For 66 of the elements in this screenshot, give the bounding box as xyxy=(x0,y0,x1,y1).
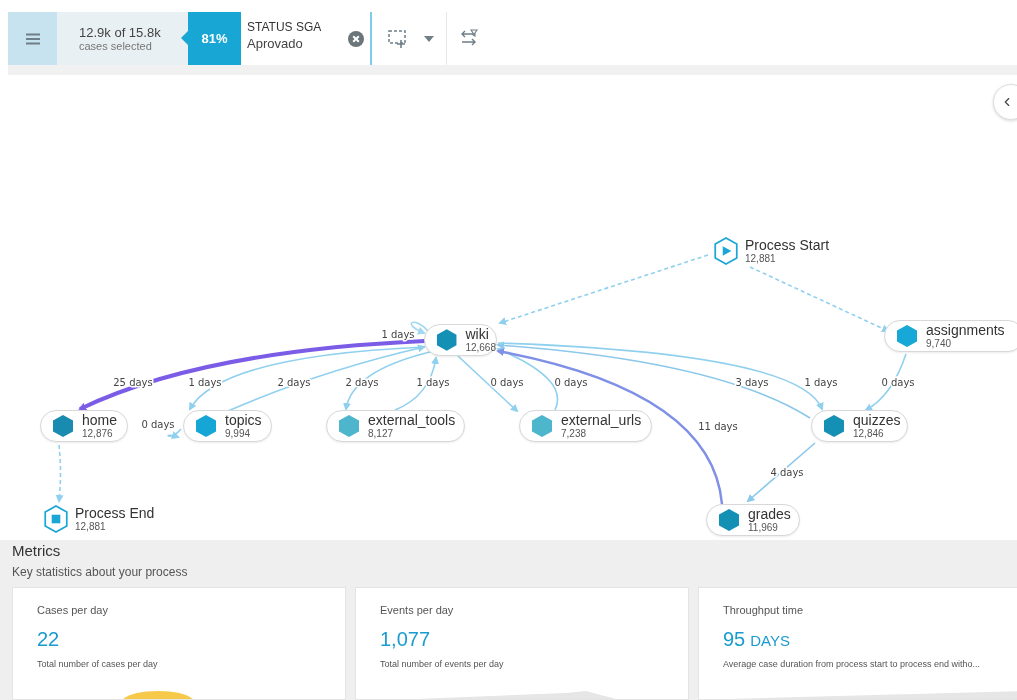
node-name: external_urls xyxy=(561,413,642,429)
node-count: 9,740 xyxy=(926,338,952,349)
chart-drawing xyxy=(123,691,193,699)
metric-value: 1,077 xyxy=(380,628,431,651)
node-name: assignments xyxy=(926,323,1005,339)
metric-description: Average case duration from process start to process end witho... xyxy=(723,659,980,671)
node-count: 12,876 xyxy=(82,428,114,439)
caret-icon xyxy=(424,35,434,42)
node-name: external_tools xyxy=(368,413,456,429)
edge-label: 1 days xyxy=(381,329,415,340)
selection-caption: cases selected xyxy=(79,40,152,52)
filter-chip[interactable]: STATUS SGA Aprovado xyxy=(241,12,372,65)
node-count: 9,994 xyxy=(225,428,251,439)
activity-node[interactable]: external_tools 8,127 xyxy=(326,410,465,442)
node-name: topics xyxy=(225,413,262,429)
metric-description: Total number of events per day xyxy=(380,659,504,671)
close-icon[interactable] xyxy=(348,30,364,47)
stop-icon xyxy=(43,505,69,533)
activity-node[interactable]: topics 9,994 xyxy=(183,410,272,442)
node-count: 11,969 xyxy=(748,522,778,533)
metric-description: Total number of cases per day xyxy=(37,659,158,671)
node-count: 12,881 xyxy=(745,253,777,264)
activity-node[interactable]: wiki 12,668 xyxy=(424,324,497,356)
filter-value: Aprovado xyxy=(247,36,304,51)
edge-label: 0 days xyxy=(881,377,915,388)
menu-icon xyxy=(25,32,40,45)
edge-label: 0 days xyxy=(141,419,175,430)
node-name: quizzes xyxy=(853,413,901,429)
node-name: Process End xyxy=(75,506,155,522)
play-icon xyxy=(713,237,739,265)
edge-label: 11 days xyxy=(698,421,738,432)
node-count: 8,127 xyxy=(368,428,394,439)
section-title: Metrics xyxy=(12,542,62,559)
section-subtitle: Key statistics about your process xyxy=(12,565,189,579)
node-name: Process Start xyxy=(745,238,830,254)
node-name: grades xyxy=(748,507,791,523)
node-name: wiki xyxy=(465,327,490,343)
activity-node[interactable]: home 12,876 xyxy=(40,410,128,442)
edge-label: 0 days xyxy=(490,377,524,388)
edge-label: 1 days xyxy=(804,377,838,388)
metric-value: 95 xyxy=(723,628,746,651)
dashed-selection-plus-icon xyxy=(388,28,408,49)
metric-label: Throughput time xyxy=(723,604,805,616)
menu-button[interactable] xyxy=(8,12,57,65)
metric-label: Cases per day xyxy=(37,604,109,616)
metric-label: Events per day xyxy=(380,604,455,616)
badge-pointer xyxy=(181,31,188,45)
edge-label: 1 days xyxy=(188,377,222,388)
node-count: 12,668 xyxy=(465,342,496,353)
activity-node[interactable]: grades 11,969 xyxy=(706,504,800,536)
node-count: 12,846 xyxy=(853,428,884,439)
node-count: 7,238 xyxy=(561,428,587,439)
activity-node[interactable]: assignments 9,740 xyxy=(884,320,1017,352)
selection-count: 12.9k of 15.8k xyxy=(79,25,161,40)
edge-label: 25 days xyxy=(113,377,153,388)
edge-label: 4 days xyxy=(770,467,804,478)
node-name: home xyxy=(82,413,118,429)
edge-label: 0 days xyxy=(554,377,588,388)
metric-unit: DAYS xyxy=(750,632,790,649)
edge-label: 3 days xyxy=(735,377,769,388)
activity-node[interactable]: external_urls 7,238 xyxy=(519,410,652,442)
metric-value: 22 xyxy=(37,628,60,651)
edge-label: 1 days xyxy=(416,377,450,388)
filter-name: STATUS SGA xyxy=(247,20,323,34)
node-count: 12,881 xyxy=(75,521,107,532)
activity-node[interactable]: quizzes 12,846 xyxy=(811,410,908,442)
